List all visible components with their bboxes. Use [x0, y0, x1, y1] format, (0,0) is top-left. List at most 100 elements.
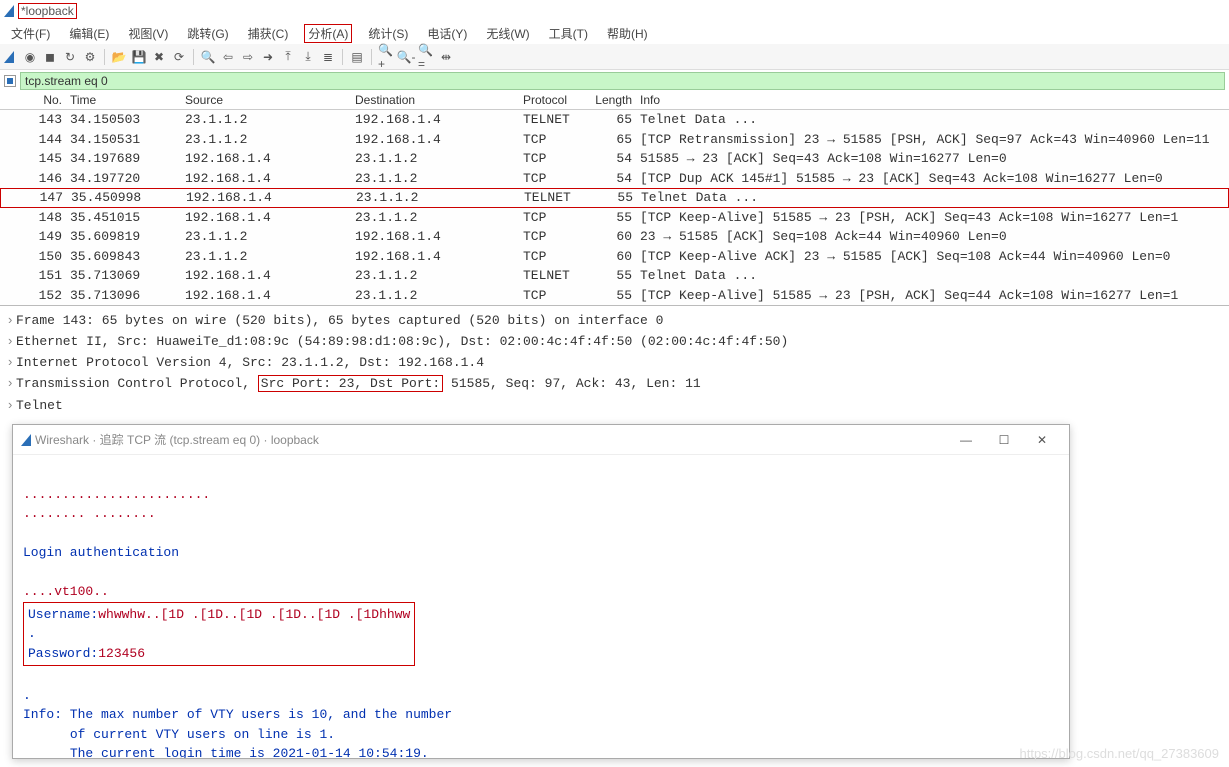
zoom-out-button[interactable]: 🔍- — [398, 49, 414, 65]
toolbar: ◉ ◼ ↻ ⚙ 📂 💾 ✖ ⟳ 🔍 ⇦ ⇨ ➜ ⤒ ⤓ ≣ ▤ 🔍+ 🔍- 🔍=… — [0, 44, 1229, 70]
frame-summary[interactable]: Frame 143: 65 bytes on wire (520 bits), … — [8, 310, 1221, 331]
packet-row[interactable]: 14434.15053123.1.1.2192.168.1.4TCP65[TCP… — [0, 130, 1229, 150]
username-label: Username: — [28, 607, 98, 622]
cell-time: 34.150531 — [66, 131, 181, 148]
telnet-summary[interactable]: Telnet — [8, 395, 1221, 416]
stream-line: ....vt100.. — [23, 584, 109, 599]
menu-item[interactable]: 帮助(H) — [604, 25, 651, 42]
cell-src: 23.1.1.2 — [181, 228, 351, 245]
ip-summary[interactable]: Internet Protocol Version 4, Src: 23.1.1… — [8, 352, 1221, 373]
cell-proto: TELNET — [519, 111, 590, 128]
go-to-packet-button[interactable]: ➜ — [260, 49, 276, 65]
cell-len: 55 — [590, 209, 636, 226]
menu-item[interactable]: 分析(A) — [304, 24, 352, 43]
go-back-button[interactable]: ⇦ — [220, 49, 236, 65]
colorize-button[interactable]: ▤ — [349, 49, 365, 65]
column-protocol[interactable]: Protocol — [519, 92, 590, 109]
menu-item[interactable]: 无线(W) — [483, 25, 532, 42]
cell-src: 23.1.1.2 — [181, 248, 351, 265]
reload-button[interactable]: ⟳ — [171, 49, 187, 65]
menu-item[interactable]: 视图(V) — [125, 25, 171, 42]
packet-list[interactable]: 14334.15050323.1.1.2192.168.1.4TELNET65T… — [0, 110, 1229, 305]
packet-row[interactable]: 14334.15050323.1.1.2192.168.1.4TELNET65T… — [0, 110, 1229, 130]
cell-len: 55 — [590, 287, 636, 304]
cell-info: [TCP Keep-Alive ACK] 23 → 51585 [ACK] Se… — [636, 248, 1229, 265]
menu-item[interactable]: 统计(S) — [365, 25, 411, 42]
cell-len: 55 — [590, 267, 636, 284]
capture-restart-button[interactable]: ↻ — [62, 49, 78, 65]
cell-len: 55 — [591, 189, 637, 206]
cell-dst: 23.1.1.2 — [352, 189, 520, 206]
column-time[interactable]: Time — [66, 92, 181, 109]
menu-item[interactable]: 跳转(G) — [184, 25, 231, 42]
stream-line: ........................ — [23, 487, 210, 502]
capture-start-button[interactable]: ◉ — [22, 49, 38, 65]
tcp-summary[interactable]: Transmission Control Protocol, Src Port:… — [8, 373, 1221, 394]
cell-proto: TELNET — [520, 189, 591, 206]
cell-dst: 23.1.1.2 — [351, 209, 519, 226]
column-no[interactable]: No. — [4, 92, 66, 109]
cell-no: 143 — [4, 111, 66, 128]
ethernet-summary[interactable]: Ethernet II, Src: HuaweiTe_d1:08:9c (54:… — [8, 331, 1221, 352]
cell-info: Telnet Data ... — [636, 267, 1229, 284]
column-destination[interactable]: Destination — [351, 92, 519, 109]
go-last-button[interactable]: ⤓ — [300, 49, 316, 65]
display-filter-input[interactable] — [20, 72, 1225, 90]
separator-icon — [371, 49, 372, 65]
shark-icon — [4, 51, 14, 63]
cell-proto: TCP — [519, 209, 590, 226]
cell-no: 149 — [4, 228, 66, 245]
credentials-highlight-box: Username:whwwhw..[1D .[1D..[1D .[1D..[1D… — [23, 602, 415, 667]
cell-len: 54 — [590, 170, 636, 187]
minimize-button[interactable]: — — [947, 428, 985, 452]
packet-row[interactable]: 14835.451015192.168.1.423.1.1.2TCP55[TCP… — [0, 208, 1229, 228]
filter-bookmark-icon[interactable] — [4, 75, 16, 87]
column-length[interactable]: Length — [590, 92, 636, 109]
packet-row[interactable]: 14534.197689192.168.1.423.1.1.2TCP545158… — [0, 149, 1229, 169]
go-first-button[interactable]: ⤒ — [280, 49, 296, 65]
stream-content[interactable]: ........................ ........ ......… — [13, 455, 1069, 758]
cell-proto: TCP — [519, 150, 590, 167]
menu-item[interactable]: 电话(Y) — [424, 25, 470, 42]
packet-row[interactable]: 14935.60981923.1.1.2192.168.1.4TCP6023 →… — [0, 227, 1229, 247]
find-button[interactable]: 🔍 — [200, 49, 216, 65]
cell-info: [TCP Keep-Alive] 51585 → 23 [PSH, ACK] S… — [636, 287, 1229, 304]
packet-row[interactable]: 15135.713069192.168.1.423.1.1.2TELNET55T… — [0, 266, 1229, 286]
packet-row[interactable]: 15235.713096192.168.1.423.1.1.2TCP55[TCP… — [0, 286, 1229, 306]
close-window-button[interactable]: ✕ — [1023, 428, 1061, 452]
stream-line: The current login time is 2021-01-14 10:… — [23, 746, 429, 758]
menu-item[interactable]: 编辑(E) — [66, 25, 112, 42]
column-info[interactable]: Info — [636, 92, 1229, 109]
close-button[interactable]: ✖ — [151, 49, 167, 65]
menu-item[interactable]: 文件(F) — [8, 25, 53, 42]
save-button[interactable]: 💾 — [131, 49, 147, 65]
open-button[interactable]: 📂 — [111, 49, 127, 65]
cell-len: 54 — [590, 150, 636, 167]
capture-options-button[interactable]: ⚙ — [82, 49, 98, 65]
packet-row[interactable]: 15035.60984323.1.1.2192.168.1.4TCP60[TCP… — [0, 247, 1229, 267]
resize-columns-button[interactable]: ⇹ — [438, 49, 454, 65]
auto-scroll-button[interactable]: ≣ — [320, 49, 336, 65]
capture-stop-button[interactable]: ◼ — [42, 49, 58, 65]
cell-src: 23.1.1.2 — [181, 111, 351, 128]
packet-row[interactable]: 14735.450998192.168.1.423.1.1.2TELNET55T… — [0, 188, 1229, 208]
cell-info: 23 → 51585 [ACK] Seq=108 Ack=44 Win=4096… — [636, 228, 1229, 245]
cell-info: [TCP Retransmission] 23 → 51585 [PSH, AC… — [636, 131, 1229, 148]
menu-item[interactable]: 工具(T) — [546, 25, 591, 42]
menu-item[interactable]: 捕获(C) — [245, 25, 292, 42]
cell-proto: TCP — [519, 248, 590, 265]
packet-row[interactable]: 14634.197720192.168.1.423.1.1.2TCP54[TCP… — [0, 169, 1229, 189]
cell-time: 35.451015 — [66, 209, 181, 226]
cell-info: Telnet Data ... — [636, 111, 1229, 128]
go-forward-button[interactable]: ⇨ — [240, 49, 256, 65]
wireshark-app-icon — [21, 434, 31, 446]
packet-details-pane[interactable]: Frame 143: 65 bytes on wire (520 bits), … — [0, 305, 1229, 420]
window-title: *loopback — [18, 3, 77, 19]
cell-src: 192.168.1.4 — [181, 267, 351, 284]
cell-src: 192.168.1.4 — [181, 170, 351, 187]
zoom-in-button[interactable]: 🔍+ — [378, 49, 394, 65]
zoom-reset-button[interactable]: 🔍= — [418, 49, 434, 65]
column-source[interactable]: Source — [181, 92, 351, 109]
maximize-button[interactable]: ☐ — [985, 428, 1023, 452]
cell-len: 65 — [590, 111, 636, 128]
